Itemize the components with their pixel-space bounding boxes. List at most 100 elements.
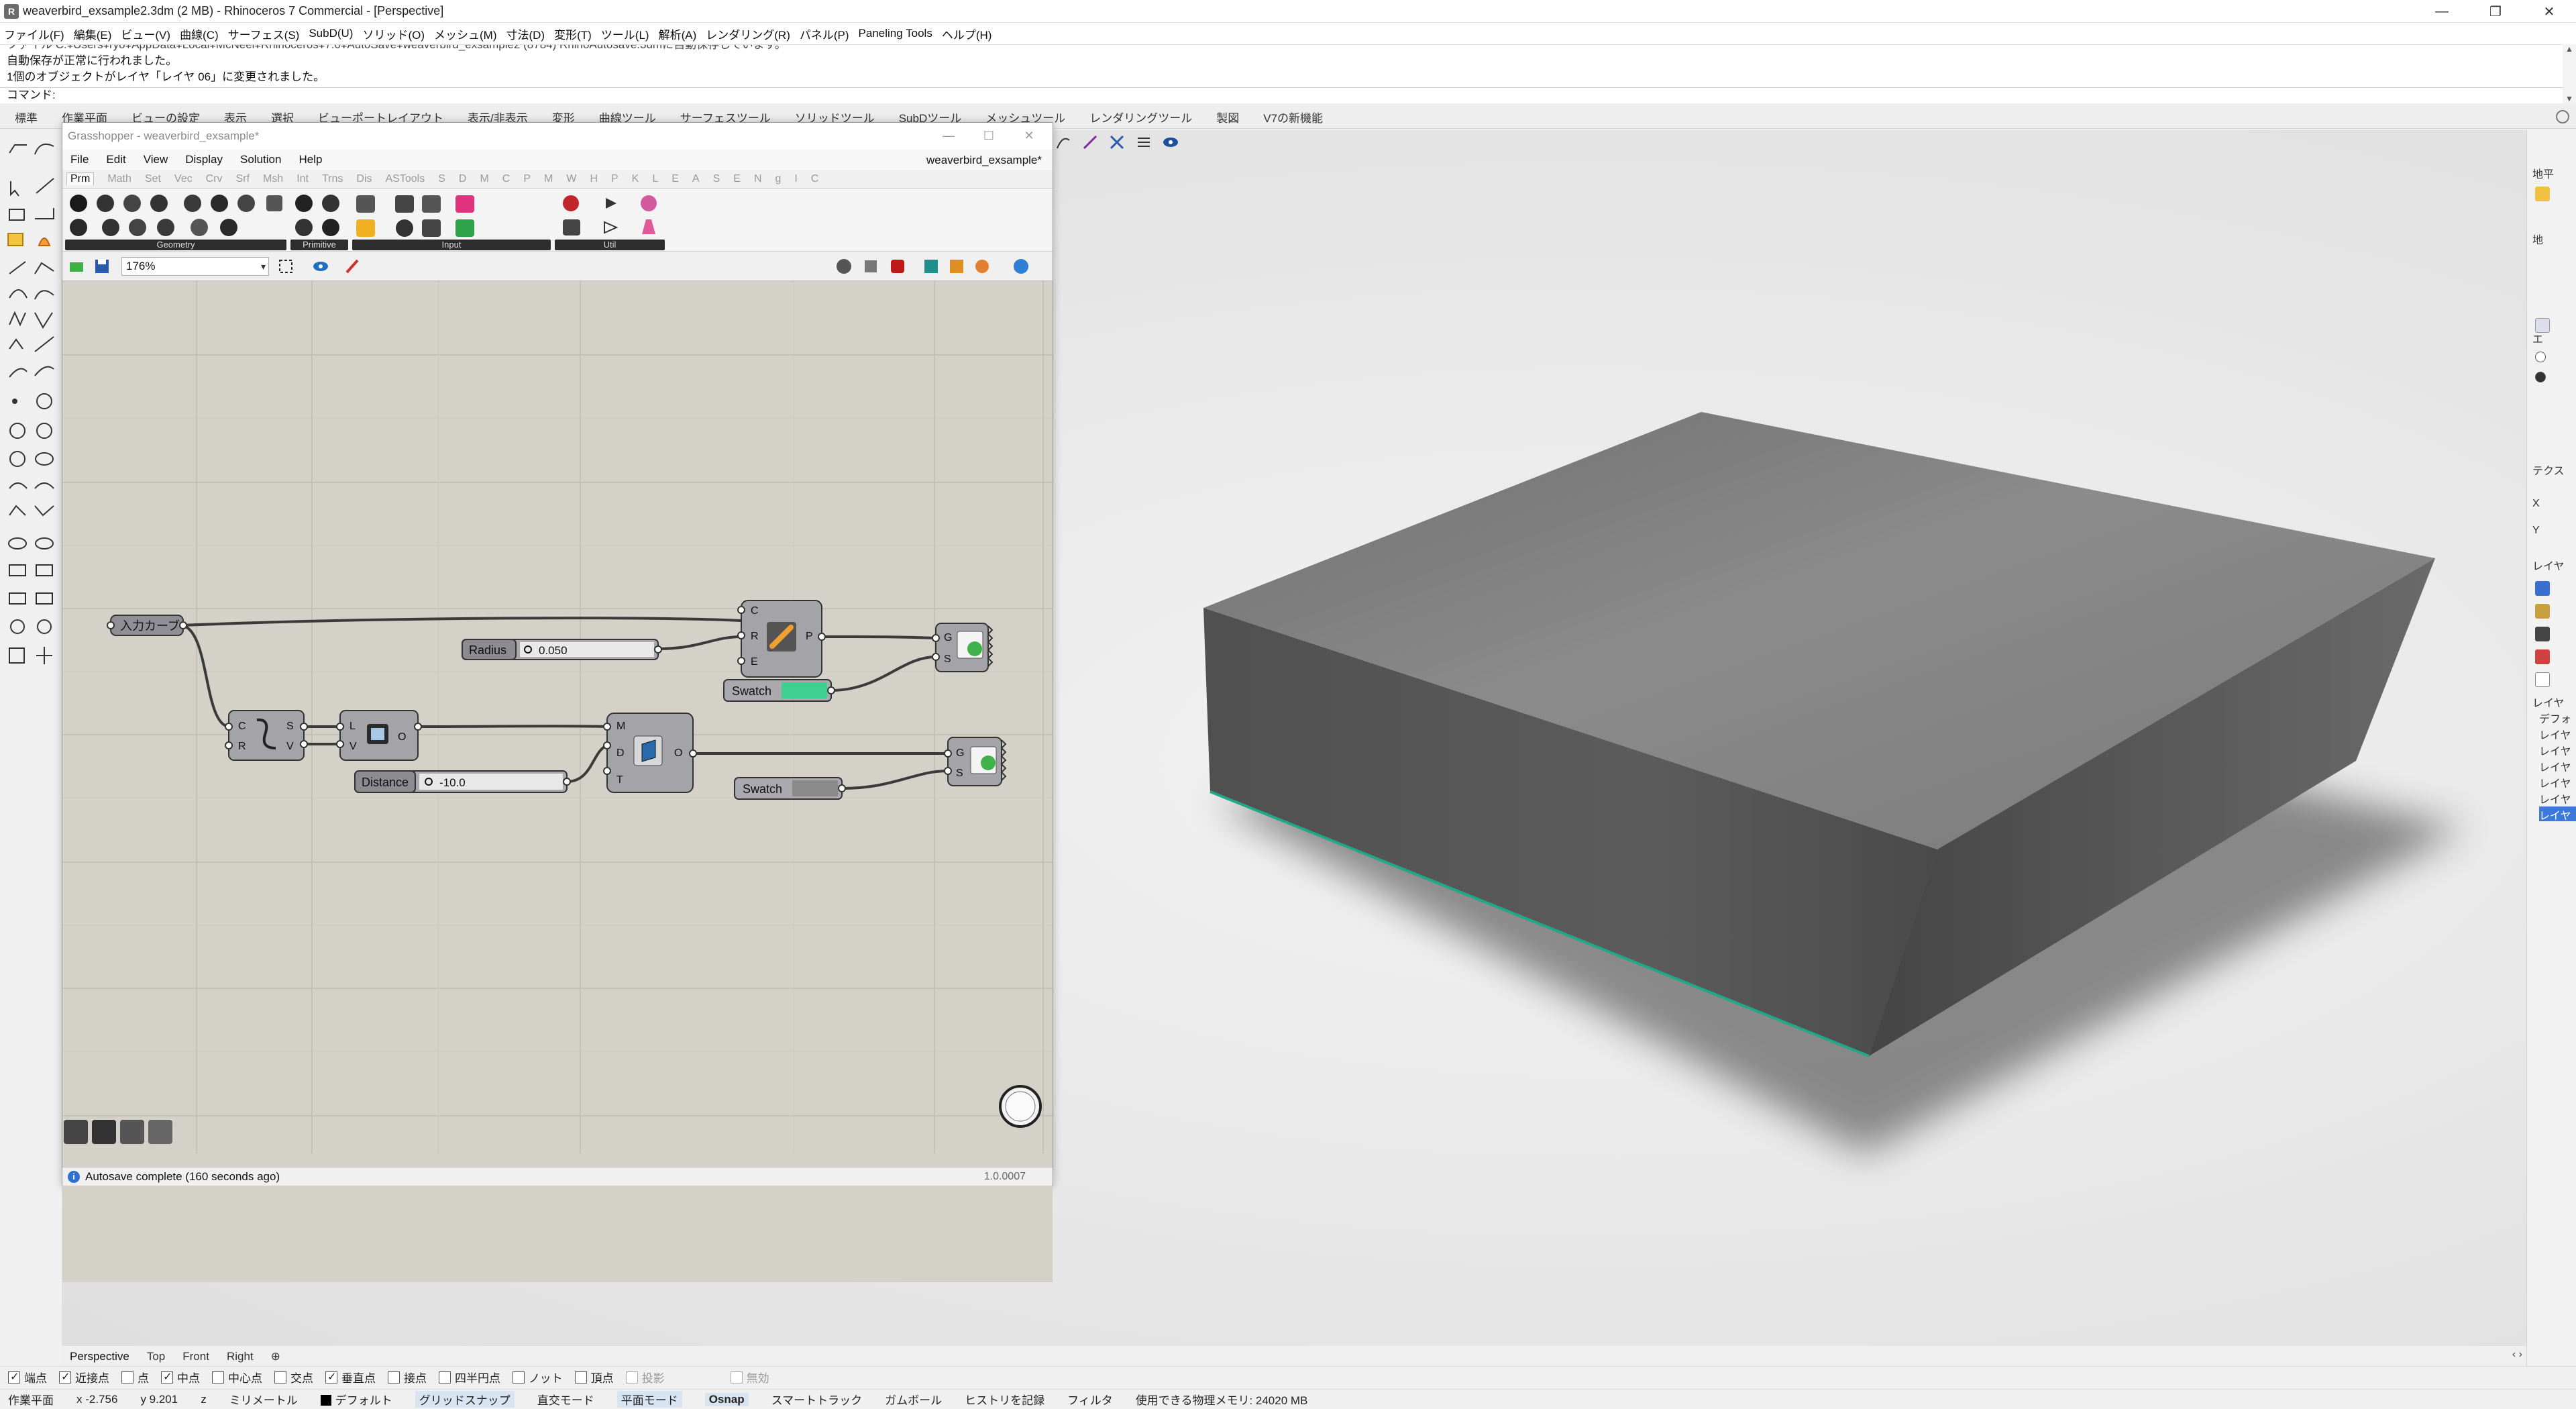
gh-tab[interactable]: Int (297, 173, 309, 185)
gh-tab[interactable]: A (692, 173, 700, 185)
gh-tab[interactable]: P (523, 173, 531, 185)
preview-eye-icon[interactable] (311, 256, 331, 276)
viewport-tab-perspective[interactable]: Perspective (70, 1350, 129, 1363)
gh-tab[interactable]: N (754, 173, 762, 185)
osnap-vertex[interactable]: 頂点 (574, 1369, 614, 1386)
preview-selected-icon[interactable] (947, 256, 967, 276)
menu-help[interactable]: ヘルプ(H) (942, 25, 992, 42)
checkbox-icon[interactable] (625, 1371, 638, 1384)
radio-icon[interactable] (2535, 352, 2546, 362)
gh-tab[interactable]: E (733, 173, 741, 185)
gh-maximize-button[interactable]: ☐ (972, 125, 1006, 146)
gh-tab[interactable]: C (502, 173, 511, 185)
preview-shaded-icon[interactable] (888, 256, 908, 276)
checkbox-icon[interactable] (574, 1371, 587, 1384)
zoom-select[interactable]: 176% ▾ (121, 257, 269, 276)
new-layer-icon[interactable] (2535, 581, 2550, 596)
gh-menu-edit[interactable]: Edit (106, 153, 125, 166)
widget-pen-icon[interactable] (148, 1120, 172, 1144)
osnap-project[interactable]: 投影 (625, 1369, 665, 1386)
gh-tab[interactable]: I (794, 173, 797, 185)
preview-off-icon[interactable] (834, 256, 854, 276)
gh-tab[interactable]: E (672, 173, 679, 185)
osnap-disable[interactable]: 無効 (730, 1369, 769, 1386)
menu-mesh[interactable]: メッシュ(M) (434, 25, 496, 42)
status-gumball[interactable]: ガムボール (885, 1391, 942, 1408)
gh-tab[interactable]: Trns (322, 173, 343, 185)
list-command-icon[interactable] (1134, 132, 1154, 152)
menu-dimension[interactable]: 寸法(D) (506, 25, 545, 42)
gear-icon[interactable] (2556, 110, 2569, 123)
gh-tab[interactable]: M (544, 173, 553, 185)
osnap-mid[interactable]: 中点 (161, 1369, 200, 1386)
delete-layer-icon[interactable] (2535, 649, 2550, 664)
display-globe-icon[interactable] (1011, 256, 1031, 276)
menu-file[interactable]: ファイル(F) (4, 25, 64, 42)
close-button[interactable]: ✕ (2522, 0, 2576, 23)
status-smarttrack[interactable]: スマートトラック (771, 1391, 863, 1408)
sketch-pen-icon[interactable] (343, 256, 363, 276)
status-units[interactable]: ミリメートル (229, 1391, 298, 1408)
swatch1-color[interactable] (782, 682, 827, 698)
menu-subd[interactable]: SubD(U) (309, 27, 353, 40)
widget-markov-icon[interactable] (120, 1120, 144, 1144)
widget-profiler-icon[interactable] (92, 1120, 116, 1144)
scroll-down-icon[interactable]: ▼ (2565, 94, 2573, 103)
menu-solid[interactable]: ソリッド(O) (362, 25, 425, 42)
status-planar[interactable]: 平面モード (616, 1391, 682, 1408)
checkbox-icon[interactable] (59, 1370, 71, 1384)
gh-tab[interactable]: K (632, 173, 639, 185)
layer-row[interactable]: レイヤ (2539, 726, 2576, 741)
layer-row[interactable]: レイヤ (2539, 790, 2576, 805)
gh-menu-view[interactable]: View (144, 153, 168, 166)
gh-tab[interactable]: ASTools (386, 173, 425, 185)
save-file-icon[interactable] (92, 256, 112, 276)
gh-tab-prm[interactable]: Prm (66, 172, 95, 185)
gh-tab[interactable]: Math (107, 173, 131, 185)
checkbox-icon[interactable] (439, 1371, 451, 1384)
gh-tab[interactable]: S (713, 173, 720, 185)
rhino-tab[interactable]: V7の新機能 (1263, 109, 1323, 125)
layer-row[interactable]: レイヤ (2539, 774, 2576, 789)
gh-tab[interactable]: S (438, 173, 445, 185)
gh-tab[interactable]: Set (145, 173, 161, 185)
maximize-button[interactable]: ❐ (2469, 0, 2522, 23)
light-icon[interactable] (2535, 187, 2550, 201)
status-grid-snap[interactable]: グリッドスナップ (415, 1391, 515, 1408)
gh-close-button[interactable]: ✕ (1012, 125, 1046, 146)
osnap-perpendicular[interactable]: 垂直点 (325, 1369, 376, 1386)
rhino-tab[interactable]: 標準 (15, 109, 38, 125)
checkbox-icon[interactable] (325, 1370, 337, 1384)
rhino-tab[interactable]: レンダリングツール (1089, 109, 1192, 125)
gh-minimize-button[interactable]: — (932, 125, 965, 146)
gh-tab[interactable]: D (459, 173, 467, 185)
checkbox-icon[interactable] (513, 1371, 525, 1384)
gh-tab[interactable]: W (566, 173, 576, 185)
checkbox-icon[interactable] (388, 1371, 400, 1384)
gh-tab[interactable]: C (811, 173, 819, 185)
gh-menu-help[interactable]: Help (299, 153, 322, 166)
blend-command-icon[interactable] (1080, 132, 1100, 152)
layer-row[interactable]: レイヤ (2539, 742, 2576, 757)
curve-command-icon[interactable] (1053, 132, 1073, 152)
rhino-tab[interactable]: 製図 (1216, 109, 1239, 125)
osnap-quad[interactable]: 四半円点 (439, 1369, 500, 1386)
status-filter[interactable]: フィルタ (1067, 1391, 1113, 1408)
viewport-tab-scroll[interactable]: ‹ › (2512, 1349, 2522, 1361)
swatch2-color[interactable] (792, 780, 838, 796)
gh-tab[interactable]: Vec (174, 173, 193, 185)
add-viewport-icon[interactable]: ⊕ (271, 1350, 280, 1363)
widget-compass-icon[interactable] (64, 1120, 88, 1144)
network-command-icon[interactable] (1107, 132, 1127, 152)
osnap-center[interactable]: 中心点 (212, 1369, 262, 1386)
osnap-near[interactable]: 近接点 (59, 1369, 109, 1386)
preview-mesh-icon[interactable] (921, 256, 941, 276)
checkbox-icon[interactable] (212, 1371, 224, 1384)
menu-edit[interactable]: 編集(E) (74, 25, 112, 42)
eye-command-icon[interactable] (1161, 132, 1181, 152)
gh-tab[interactable]: g (775, 173, 782, 185)
status-ortho[interactable]: 直交モード (537, 1391, 594, 1408)
layer-row[interactable]: レイヤ (2539, 758, 2576, 773)
checkbox-icon[interactable] (8, 1370, 20, 1384)
menu-analyze[interactable]: 解析(A) (659, 25, 697, 42)
